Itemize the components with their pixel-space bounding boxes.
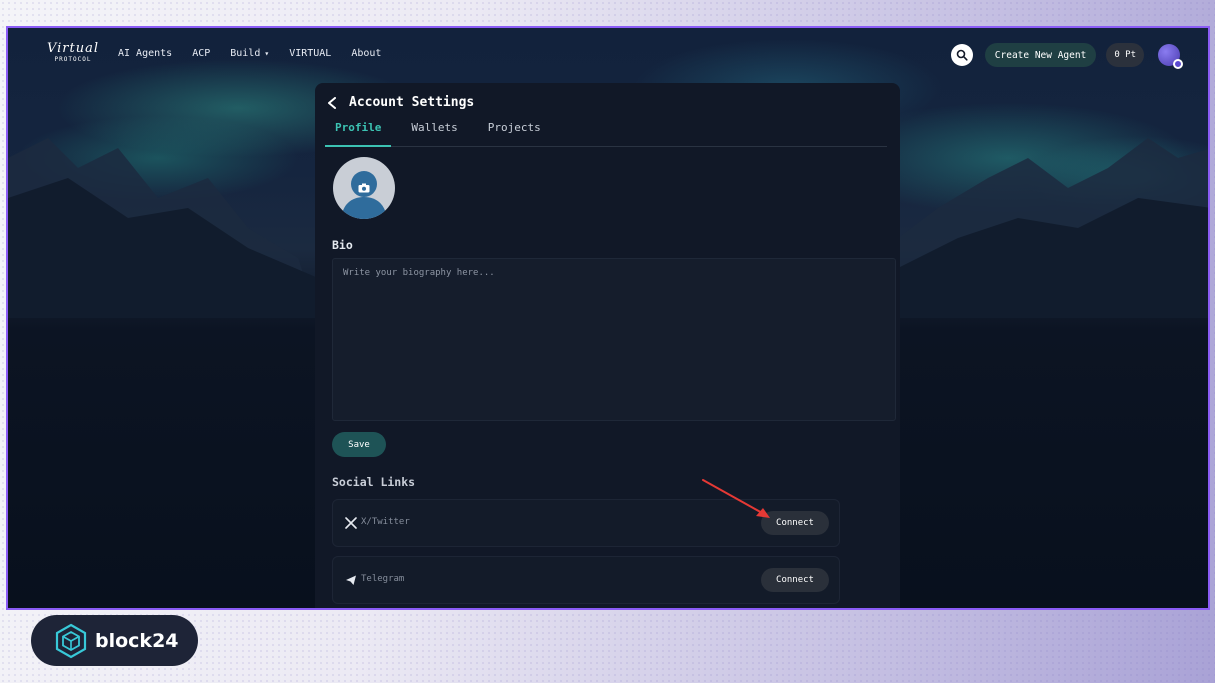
nav-links: AI Agents ACP Build ▾ VIRTUAL About	[118, 48, 401, 59]
points-badge[interactable]: 0 Pt	[1106, 43, 1144, 67]
nav-link-about[interactable]: About	[351, 48, 381, 59]
nav-link-build-label: Build	[230, 48, 261, 59]
tab-profile[interactable]: Profile	[325, 121, 392, 147]
bio-textarea[interactable]	[332, 258, 896, 421]
nav-link-build[interactable]: Build ▾	[230, 48, 269, 59]
avatar-status-dot	[1173, 59, 1183, 69]
create-new-agent-button[interactable]: Create New Agent	[984, 43, 1097, 67]
social-links-heading: Social Links	[332, 475, 416, 489]
connect-telegram-button[interactable]: Connect	[761, 568, 829, 592]
nav-link-acp[interactable]: ACP	[192, 48, 210, 59]
browser-frame: Virtual PROTOCOL AI Agents ACP Build ▾ VI…	[6, 26, 1210, 610]
block24-cube-icon	[55, 623, 87, 658]
chevron-left-icon[interactable]	[327, 96, 341, 110]
tab-projects[interactable]: Projects	[478, 121, 551, 147]
virtual-protocol-logo[interactable]: Virtual PROTOCOL	[42, 42, 104, 64]
social-label-telegram: Telegram	[361, 574, 405, 584]
user-avatar[interactable]	[1158, 44, 1183, 69]
nav-actions: Create New Agent 0 Pt	[950, 43, 1183, 69]
tab-wallets[interactable]: Wallets	[401, 121, 467, 147]
bio-label: Bio	[332, 238, 353, 252]
social-label-x-twitter: X/Twitter	[361, 517, 410, 527]
nav-link-ai-agents[interactable]: AI Agents	[118, 48, 172, 59]
logo-subtitle: PROTOCOL	[54, 56, 92, 63]
top-navigation: Virtual PROTOCOL AI Agents ACP Build ▾ VI…	[8, 28, 1208, 84]
account-settings-panel: Account Settings Profile Wallets Project…	[315, 83, 900, 608]
block24-brand-text: block24	[95, 629, 179, 652]
social-row-telegram: Telegram Connect	[332, 556, 840, 604]
panel-header: Account Settings	[327, 95, 474, 110]
search-icon	[956, 49, 968, 61]
camera-icon	[358, 183, 370, 193]
x-twitter-icon	[345, 517, 357, 529]
search-button[interactable]	[950, 44, 973, 66]
block24-badge: block24	[31, 615, 198, 666]
profile-avatar-upload[interactable]	[333, 157, 395, 219]
telegram-icon	[346, 575, 356, 585]
annotation-arrow-icon	[702, 479, 770, 518]
save-button[interactable]: Save	[332, 432, 386, 457]
nav-link-virtual[interactable]: VIRTUAL	[289, 48, 331, 59]
chevron-down-icon: ▾	[264, 49, 270, 58]
settings-tabs: Profile Wallets Projects	[325, 121, 887, 147]
page-title: Account Settings	[349, 95, 475, 110]
logo-script: Virtual	[46, 41, 100, 56]
